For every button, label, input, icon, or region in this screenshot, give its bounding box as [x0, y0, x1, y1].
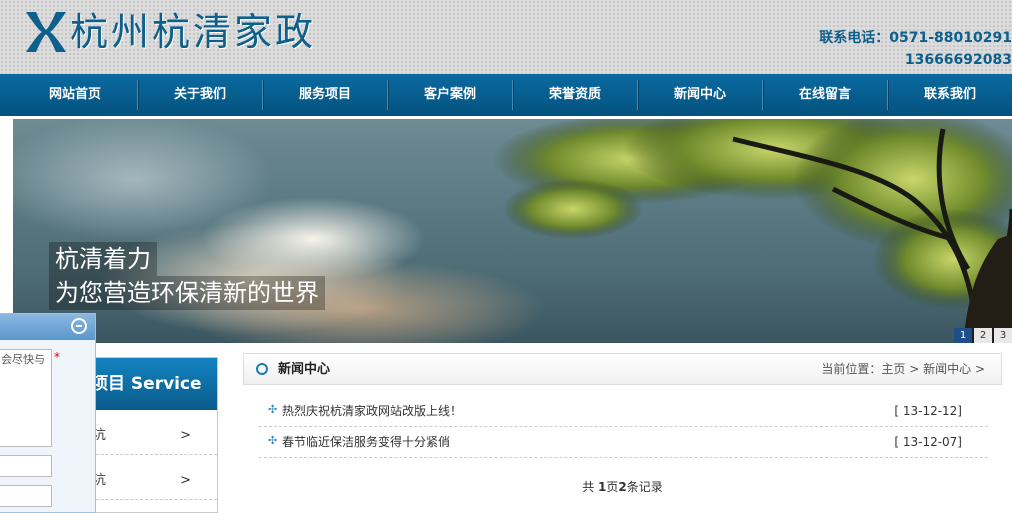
name-input[interactable]	[0, 455, 52, 477]
pager-middle: 页	[606, 480, 619, 494]
required-mark: *	[54, 350, 60, 364]
pagination-info: 共 1页2条记录	[243, 478, 1002, 495]
news-section-header: 新闻中心 当前位置：主页 > 新闻中心 >	[243, 353, 1002, 385]
hero-banner[interactable]: 杭清着力 为您营造环保清新的世界 1 2 3	[13, 119, 1012, 343]
nav-item-honors[interactable]: 荣誉资质	[513, 74, 637, 116]
pager-suffix: 条记录	[626, 480, 663, 494]
contact-phone-1: 联系电话：0571-88010291	[819, 30, 1012, 46]
arrow-right-icon: >	[180, 473, 191, 488]
news-list-item: ✣ 春节临近保洁服务变得十分紧俏 [ 13-12-07]	[259, 427, 988, 458]
circle-bullet-icon	[256, 363, 268, 375]
message-widget-header	[0, 314, 95, 340]
message-widget: 会尽快与 *	[0, 313, 96, 513]
minimize-icon[interactable]	[71, 318, 87, 334]
news-list-item: ✣ 热烈庆祝杭清家政网站改版上线！ [ 13-12-12]	[259, 396, 988, 427]
nav-item-home[interactable]: 网站首页	[13, 74, 137, 116]
nav-item-cases[interactable]: 客户案例	[388, 74, 512, 116]
contact-input[interactable]	[0, 485, 52, 507]
breadcrumb-home[interactable]: 主页	[881, 362, 905, 376]
message-textarea[interactable]: 会尽快与	[0, 349, 52, 447]
section-title: 新闻中心	[278, 362, 331, 377]
banner-slogan-line1: 杭清着力	[49, 242, 157, 276]
news-item-link[interactable]: 热烈庆祝杭清家政网站改版上线！	[282, 396, 462, 426]
breadcrumb-current[interactable]: 新闻中心	[923, 362, 971, 376]
news-item-link[interactable]: 春节临近保洁服务变得十分紧俏	[282, 427, 450, 457]
sidebar-title: 项目 Service	[81, 358, 217, 410]
news-item-date: [ 13-12-12]	[894, 404, 962, 418]
arrow-right-icon: >	[180, 428, 191, 443]
slide-dot-3[interactable]: 3	[994, 328, 1012, 343]
sidebar-item[interactable]: 沆 >	[81, 418, 217, 455]
breadcrumb-prefix: 当前位置：	[821, 362, 882, 376]
cross-bullet-icon: ✣	[268, 403, 278, 416]
breadcrumb-separator: >	[909, 362, 920, 376]
nav-item-services[interactable]: 服务项目	[263, 74, 387, 116]
service-sidebar: 项目 Service 沆 > 沆 >	[80, 357, 218, 513]
nav-item-message[interactable]: 在线留言	[763, 74, 887, 116]
nav-item-news[interactable]: 新闻中心	[638, 74, 762, 116]
breadcrumb: 当前位置：主页 > 新闻中心 >	[821, 354, 985, 385]
banner-slogan-line2: 为您营造环保清新的世界	[49, 276, 325, 310]
pager-count: 2	[618, 480, 627, 494]
main-nav: 网站首页 关于我们 服务项目 客户案例 荣誉资质 新闻中心 在线留言 联系我们	[0, 74, 1012, 116]
logo-text: 杭州杭清家政	[70, 10, 317, 54]
contact-phone-2: 13666692083	[904, 52, 1012, 68]
slide-indicators: 1 2 3	[952, 328, 1012, 343]
slide-dot-2[interactable]: 2	[974, 328, 992, 343]
cross-bullet-icon: ✣	[268, 434, 278, 447]
nav-item-about[interactable]: 关于我们	[138, 74, 262, 116]
site-header: 杭州杭清家政 联系电话：0571-88010291 13666692083	[0, 0, 1012, 74]
news-item-date: [ 13-12-07]	[894, 435, 962, 449]
contact-info: 联系电话：0571-88010291 13666692083	[819, 27, 1012, 71]
logo-icon	[26, 12, 66, 52]
breadcrumb-separator: >	[974, 362, 985, 376]
nav-item-contact[interactable]: 联系我们	[888, 74, 1012, 116]
slide-dot-1[interactable]: 1	[954, 328, 972, 343]
sidebar-item[interactable]: 沆 >	[81, 463, 217, 500]
pager-prefix: 共	[582, 480, 599, 494]
